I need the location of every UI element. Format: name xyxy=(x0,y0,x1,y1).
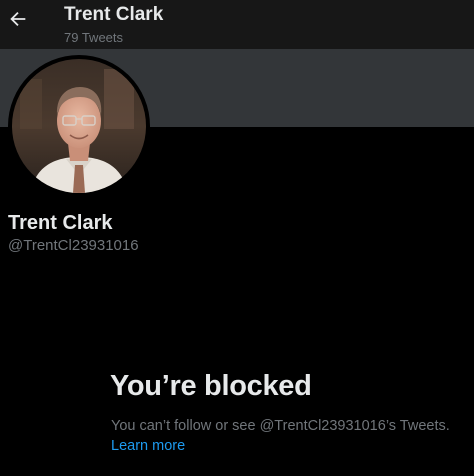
header-tweet-count: 79 Tweets xyxy=(64,30,124,45)
header-profile-name: Trent Clark xyxy=(64,4,164,25)
back-button[interactable] xyxy=(4,5,32,33)
learn-more-link[interactable]: Learn more xyxy=(111,438,185,454)
avatar-photo xyxy=(12,59,146,193)
profile-handle: @TrentCl23931016 xyxy=(8,237,139,254)
blocked-description: You can’t follow or see @TrentCl23931016… xyxy=(111,418,450,434)
arrow-left-icon xyxy=(10,11,26,27)
blocked-title: You’re blocked xyxy=(110,370,312,402)
top-bar: Trent Clark 79 Tweets xyxy=(0,0,474,49)
profile-name: Trent Clark xyxy=(8,212,113,234)
avatar[interactable] xyxy=(12,59,146,193)
